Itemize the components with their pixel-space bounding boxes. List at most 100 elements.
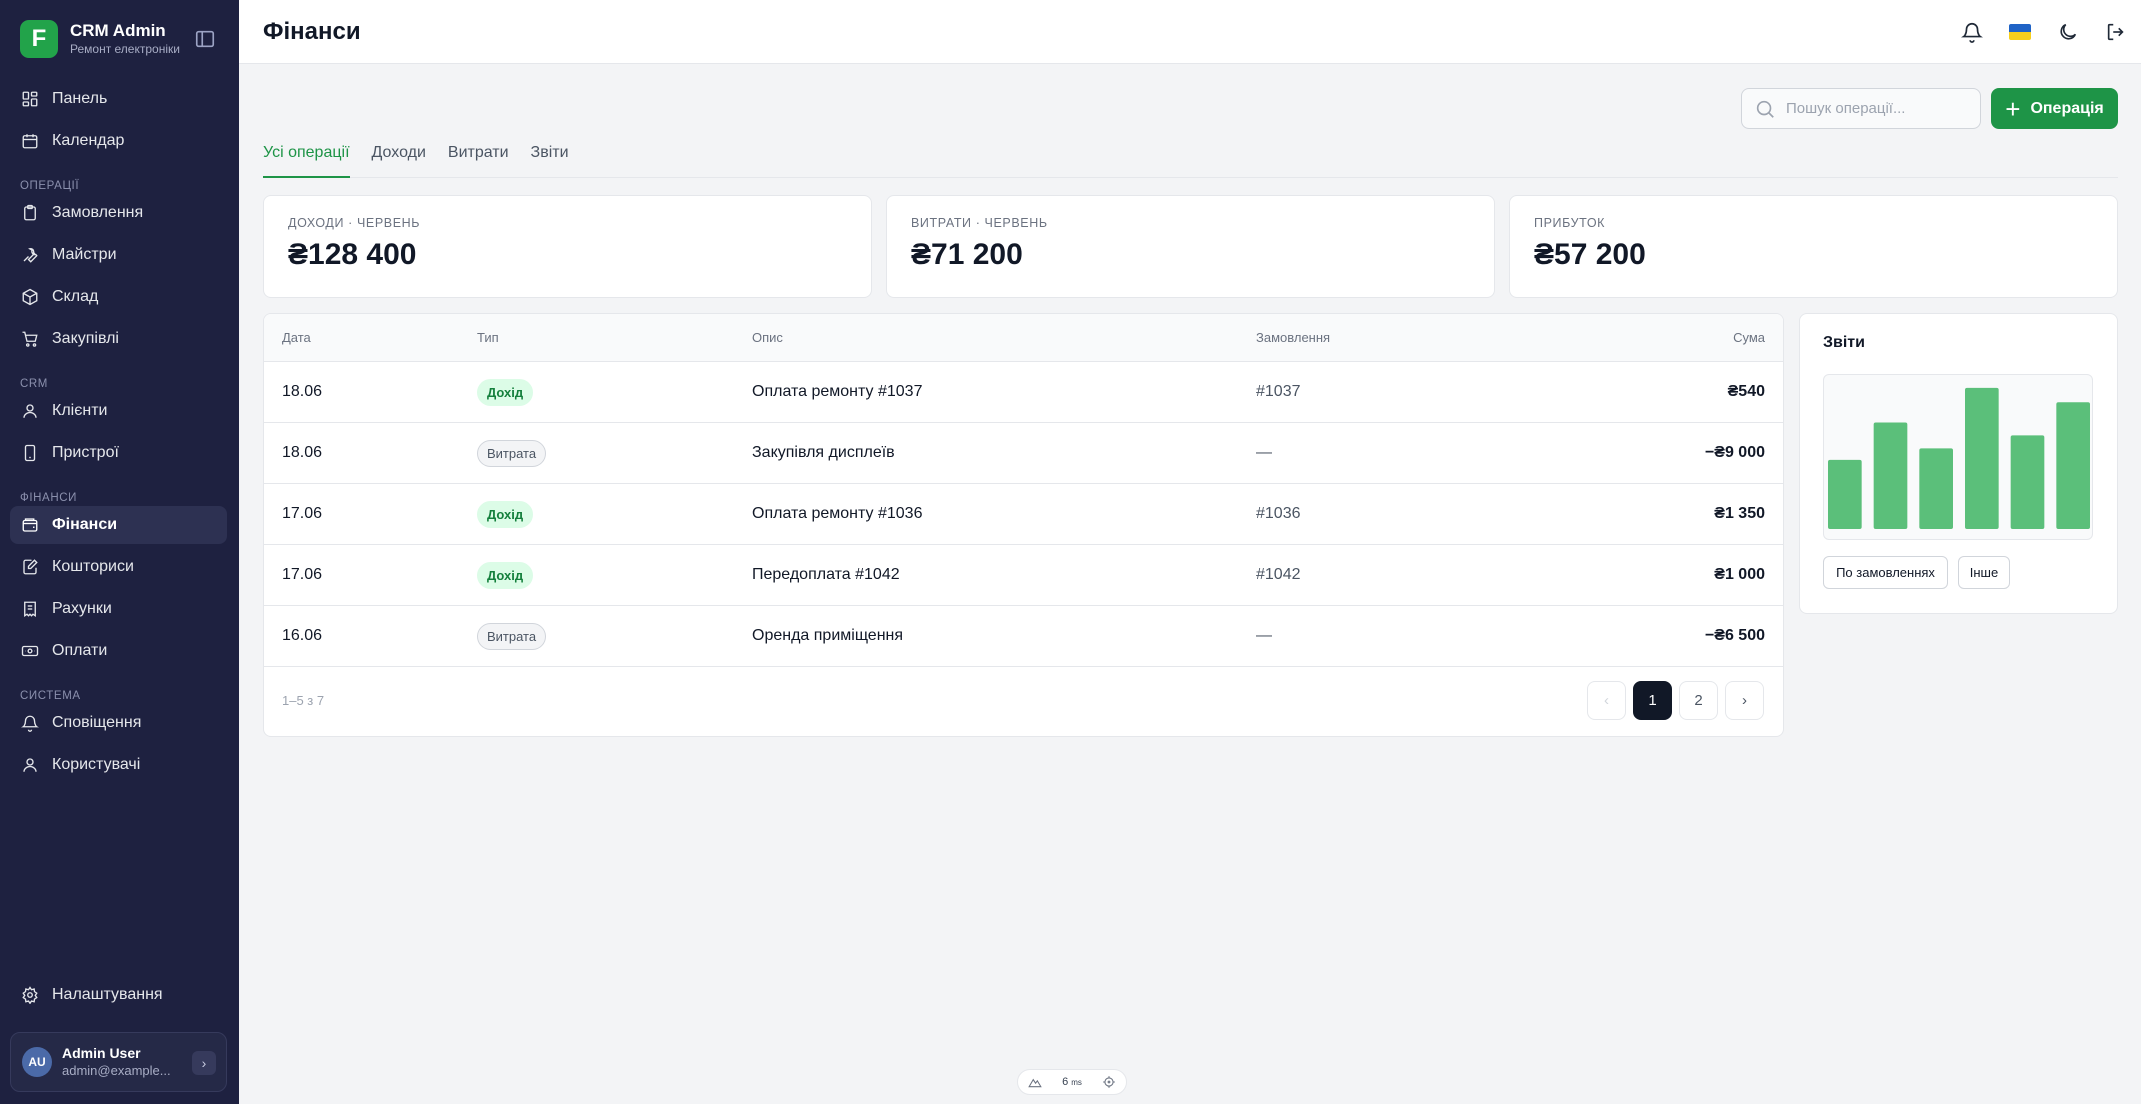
reports-bars [1828, 387, 2090, 529]
sidebar-item-users[interactable]: Користувачі [10, 746, 227, 784]
type-badge: Витрата [477, 439, 547, 467]
reports-card: Звіти По замовленнях Інше [1799, 313, 2118, 614]
gear-icon [22, 986, 38, 1004]
logout-button[interactable] [2097, 13, 2135, 51]
page-title: Фінанси [263, 18, 361, 45]
sidebar-item-estimates[interactable]: Кошториси [10, 548, 227, 586]
row-sum: ₴1 000 [1714, 566, 1765, 583]
row-date: 17.06 [282, 505, 323, 522]
sidebar-item-label: Сповіщення [52, 714, 142, 731]
by-orders-button[interactable]: По замовленнях [1823, 556, 1948, 589]
ukraine-flag-icon [2009, 24, 2031, 40]
sidebar-item-dashboard[interactable]: Панель [10, 80, 227, 118]
table-row[interactable]: 16.06 Витрата Оренда приміщення — −₴6 50… [264, 606, 1783, 667]
table-row[interactable]: 17.06 Дохід Оплата ремонту #1036 #1036 ₴… [264, 484, 1783, 545]
search-field[interactable] [1741, 88, 1981, 129]
stat-card-expenses: ВИТРАТИ · ЧЕРВЕНЬ ₴71 200 [886, 195, 1495, 298]
wrench-icon [23, 247, 38, 263]
stat-label: ПРИБУТОК [1534, 216, 1606, 230]
calendar-icon [22, 134, 38, 149]
nav-section-finance: ФІНАНСИ [20, 492, 77, 504]
row-order: — [1256, 444, 1272, 461]
sidebar-item-label: Оплати [52, 642, 108, 659]
sidebar-item-label: Закупівлі [52, 330, 119, 347]
row-order-link[interactable]: #1042 [1256, 545, 1301, 605]
sidebar-item-payments[interactable]: Оплати [10, 632, 227, 670]
row-date: 18.06 [282, 444, 323, 461]
tab-all-operations[interactable]: Усі операції [263, 140, 350, 178]
add-operation-button[interactable]: + Операція [1991, 88, 2118, 129]
tab-reports[interactable]: Звіти [531, 140, 569, 178]
sidebar-item-label: Пристрої [52, 444, 119, 461]
column-header-sum[interactable]: Сума [1733, 314, 1765, 361]
row-order-link[interactable]: #1037 [1256, 362, 1301, 422]
sidebar-item-label: Замовлення [52, 204, 144, 221]
render-time-unit: ms [1071, 1078, 1082, 1087]
reports-title: Звіти [1823, 334, 1865, 351]
logo: F [20, 20, 58, 58]
chevron-right-icon[interactable]: › [192, 1051, 216, 1075]
type-badge: Витрата [477, 622, 547, 650]
add-operation-label: Операція [2030, 99, 2104, 117]
stat-value: ₴57 200 [1534, 238, 1646, 271]
search-input[interactable] [1786, 100, 1966, 117]
column-header-description[interactable]: Опис [752, 314, 783, 361]
report-bar [1965, 387, 1999, 529]
type-badge: Дохід [477, 561, 534, 589]
column-header-date[interactable]: Дата [282, 314, 311, 361]
banknote-icon [21, 645, 39, 657]
user-card[interactable]: AU Admin User admin@example... › [10, 1032, 227, 1092]
pagination-next-button[interactable]: › [1725, 681, 1764, 720]
brand-subtitle: Ремонт електроніки [70, 42, 180, 56]
dashboard-icon [22, 91, 38, 107]
sidebar-item-label: Календар [52, 132, 125, 149]
column-header-type[interactable]: Тип [477, 314, 499, 361]
brand[interactable]: F CRM Admin Ремонт електроніки [20, 20, 180, 58]
dev-indicator[interactable]: 6 ms [1017, 1069, 1127, 1095]
sidebar-item-settings[interactable]: Налаштування [10, 976, 227, 1014]
sidebar-toggle-icon[interactable] [194, 28, 216, 50]
tab-income[interactable]: Доходи [372, 140, 426, 178]
row-date: 16.06 [282, 627, 323, 644]
search-icon [1756, 100, 1774, 118]
sidebar-item-warehouse[interactable]: Склад [10, 278, 227, 316]
sidebar-item-orders[interactable]: Замовлення [10, 194, 227, 232]
row-order-link[interactable]: #1036 [1256, 484, 1301, 544]
table-row[interactable]: 18.06 Витрата Закупівля дисплеїв — −₴9 0… [264, 423, 1783, 484]
pagination-page-2[interactable]: 2 [1679, 681, 1718, 720]
stat-label: ВИТРАТИ · ЧЕРВЕНЬ [911, 216, 1048, 230]
sidebar-item-finance[interactable]: Фінанси [10, 506, 227, 544]
row-sum: ₴1 350 [1714, 505, 1765, 522]
sidebar-item-masters[interactable]: Майстри [10, 236, 227, 274]
pagination-page-1[interactable]: 1 [1633, 681, 1672, 720]
language-button[interactable] [2001, 13, 2039, 51]
notifications-button[interactable] [1953, 13, 1991, 51]
sidebar-item-label: Кошториси [52, 558, 134, 575]
theme-toggle-button[interactable] [2049, 13, 2087, 51]
sidebar-item-purchases[interactable]: Закупівлі [10, 320, 227, 358]
sidebar-item-notifications[interactable]: Сповіщення [10, 704, 227, 742]
pagination-prev-button[interactable]: ‹ [1587, 681, 1626, 720]
sidebar-item-label: Склад [52, 288, 99, 305]
pagination-range: 1–5 з 7 [282, 693, 325, 708]
sidebar-item-invoices[interactable]: Рахунки [10, 590, 227, 628]
tab-expenses[interactable]: Витрати [448, 140, 509, 178]
report-bar [1919, 448, 1953, 529]
sidebar-item-clients[interactable]: Клієнти [10, 392, 227, 430]
clipboard-icon [24, 204, 36, 221]
other-button[interactable]: Інше [1958, 556, 2010, 589]
wallet-icon [22, 518, 38, 532]
stat-card-income: ДОХОДИ · ЧЕРВЕНЬ ₴128 400 [263, 195, 872, 298]
table-row[interactable]: 17.06 Дохід Передоплата #1042 #1042 ₴1 0… [264, 545, 1783, 606]
avatar: AU [22, 1047, 52, 1077]
report-bar [1828, 459, 1862, 529]
file-edit-icon [23, 559, 38, 575]
table-row[interactable]: 18.06 Дохід Оплата ремонту #1037 #1037 ₴… [264, 362, 1783, 423]
column-header-order[interactable]: Замовлення [1256, 314, 1330, 361]
sidebar-item-label: Користувачі [52, 756, 141, 773]
row-description: Закупівля дисплеїв [752, 444, 895, 461]
sidebar-item-label: Фінанси [52, 516, 118, 533]
sidebar-item-calendar[interactable]: Календар [10, 122, 227, 160]
sidebar: F CRM Admin Ремонт електроніки Панель Ка… [0, 0, 239, 1104]
sidebar-item-devices[interactable]: Пристрої [10, 434, 227, 472]
